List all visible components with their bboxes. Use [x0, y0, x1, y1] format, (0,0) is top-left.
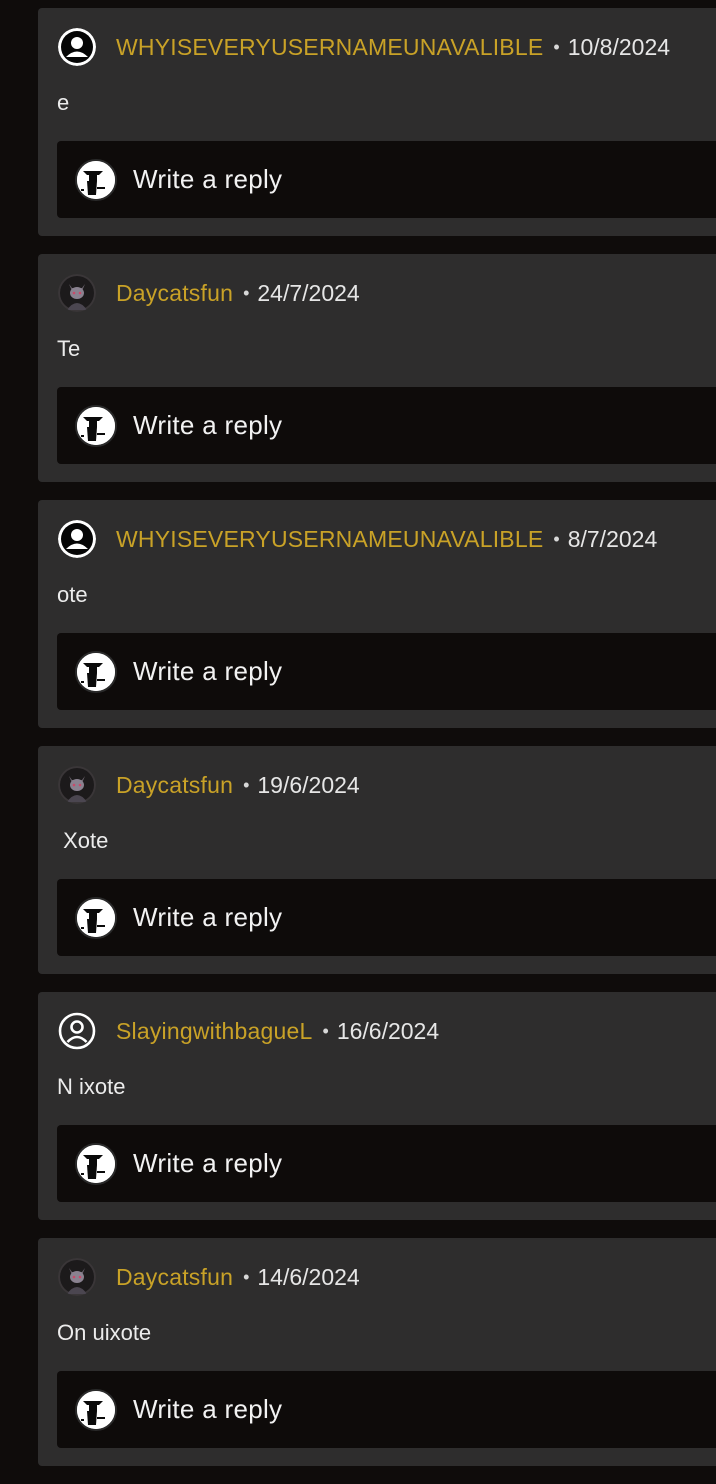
- comment-username[interactable]: WHYISEVERYUSERNAMEUNAVALIBLE: [116, 526, 543, 553]
- comment-date: 16/6/2024: [336, 1017, 440, 1044]
- comment-date: 19/6/2024: [257, 771, 360, 798]
- user-silhouette-icon[interactable]: [58, 28, 96, 66]
- comment-date: 10/8/2024: [567, 33, 671, 60]
- reply-input[interactable]: Write a reply: [57, 387, 716, 464]
- reply-avatar-icon: [75, 1388, 117, 1431]
- reply-input[interactable]: Write a reply: [57, 141, 716, 218]
- comment-feed: WHYISEVERYUSERNAMEUNAVALIBLE • 10/8/2024…: [38, 8, 716, 1484]
- user-silhouette-icon[interactable]: [58, 520, 96, 558]
- comment-card: Daycatsfun • 24/7/2024 Te Write a reply: [38, 254, 716, 482]
- comment-username[interactable]: WHYISEVERYUSERNAMEUNAVALIBLE: [116, 34, 543, 61]
- comment-username[interactable]: Daycatsfun: [116, 280, 233, 307]
- reply-placeholder: Write a reply: [133, 656, 283, 686]
- comment-card: WHYISEVERYUSERNAMEUNAVALIBLE • 8/7/2024 …: [38, 500, 716, 728]
- comment-header: Daycatsfun • 19/6/2024: [58, 766, 360, 804]
- reply-avatar-icon: [75, 404, 117, 447]
- reply-placeholder: Write a reply: [133, 1394, 283, 1424]
- separator-dot: •: [553, 36, 560, 57]
- comment-card: SlayingwithbagueL • 16/6/2024 N ixote Wr…: [38, 992, 716, 1220]
- comment-body: ote: [57, 582, 88, 607]
- reply-avatar-icon: [75, 896, 117, 939]
- comment-card: Daycatsfun • 14/6/2024 On uixote Write a…: [38, 1238, 716, 1466]
- separator-dot: •: [243, 1266, 250, 1287]
- reply-input[interactable]: Write a reply: [57, 1125, 716, 1202]
- comment-body: N ixote: [57, 1074, 126, 1099]
- cat-character-avatar-icon[interactable]: [58, 274, 96, 312]
- cat-character-avatar-icon[interactable]: [58, 1258, 96, 1296]
- comment-date: 24/7/2024: [257, 279, 360, 306]
- comment-header: WHYISEVERYUSERNAMEUNAVALIBLE • 8/7/2024: [58, 520, 657, 558]
- comment-header: WHYISEVERYUSERNAMEUNAVALIBLE • 10/8/2024: [58, 28, 670, 66]
- default-user-outline-icon[interactable]: [58, 1012, 96, 1050]
- reply-avatar-icon: [75, 1142, 117, 1185]
- comment-body: Te: [57, 336, 81, 361]
- separator-dot: •: [553, 528, 560, 549]
- comment-date: 8/7/2024: [567, 525, 658, 552]
- reply-placeholder: Write a reply: [133, 902, 283, 932]
- comment-username[interactable]: Daycatsfun: [116, 772, 233, 799]
- comment-body: e: [57, 90, 70, 115]
- comment-header: Daycatsfun • 14/6/2024: [58, 1258, 360, 1296]
- comment-card: Daycatsfun • 19/6/2024 Xote Write a repl…: [38, 746, 716, 974]
- comment-username[interactable]: SlayingwithbagueL: [116, 1018, 313, 1045]
- comment-header: Daycatsfun • 24/7/2024: [58, 274, 360, 312]
- comment-body: On uixote: [57, 1320, 152, 1345]
- reply-avatar-icon: [75, 158, 117, 201]
- comment-body: Xote: [57, 828, 109, 853]
- reply-input[interactable]: Write a reply: [57, 633, 716, 710]
- comment-date: 14/6/2024: [257, 1263, 360, 1290]
- comment-header: SlayingwithbagueL • 16/6/2024: [58, 1012, 439, 1050]
- reply-avatar-icon: [75, 650, 117, 693]
- comment-username[interactable]: Daycatsfun: [116, 1264, 233, 1291]
- reply-placeholder: Write a reply: [133, 164, 283, 194]
- reply-placeholder: Write a reply: [133, 410, 283, 440]
- cat-character-avatar-icon[interactable]: [58, 766, 96, 804]
- reply-input[interactable]: Write a reply: [57, 1371, 716, 1448]
- separator-dot: •: [322, 1020, 329, 1041]
- separator-dot: •: [243, 282, 250, 303]
- reply-placeholder: Write a reply: [133, 1148, 283, 1178]
- separator-dot: •: [243, 774, 250, 795]
- comment-card: WHYISEVERYUSERNAMEUNAVALIBLE • 10/8/2024…: [38, 8, 716, 236]
- reply-input[interactable]: Write a reply: [57, 879, 716, 956]
